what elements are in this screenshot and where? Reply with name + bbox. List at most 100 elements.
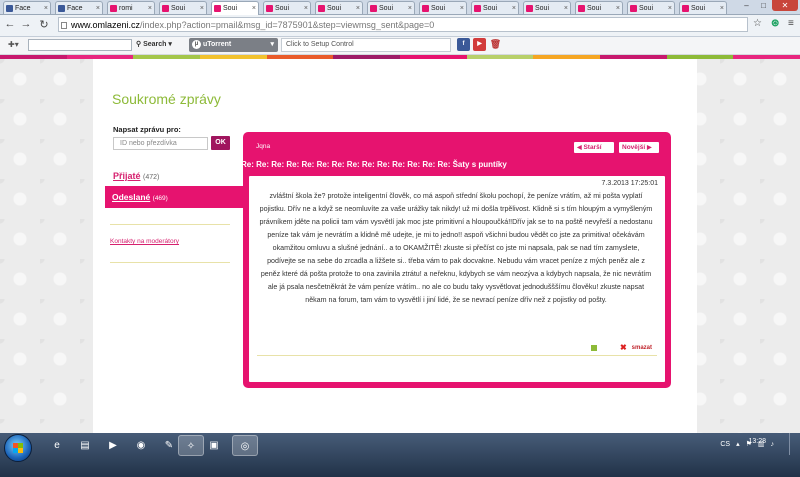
- browser-tab-label: romi: [119, 5, 133, 12]
- divider: [257, 355, 657, 356]
- close-tab-icon[interactable]: ×: [564, 2, 568, 14]
- delete-link[interactable]: smazat: [632, 345, 652, 351]
- browser-tab[interactable]: Face ×: [3, 1, 51, 14]
- browser-tab-label: Soui: [327, 5, 342, 12]
- forward-button[interactable]: →: [19, 18, 33, 30]
- close-tab-icon[interactable]: ×: [304, 2, 308, 14]
- browser-tab-label: Soui: [223, 5, 238, 12]
- close-window-button[interactable]: ✕: [772, 0, 798, 11]
- volume-icon[interactable]: ♪: [771, 441, 775, 448]
- start-button[interactable]: [4, 434, 32, 462]
- minimize-button[interactable]: –: [738, 0, 755, 11]
- reload-button[interactable]: ↻: [37, 18, 51, 31]
- browser-tab[interactable]: Soui ×: [419, 1, 467, 14]
- utorrent-button[interactable]: µ uTorrent ▾: [189, 38, 278, 52]
- maximize-button[interactable]: □: [755, 0, 772, 11]
- firefox-icon[interactable]: ◉: [128, 435, 154, 456]
- browser-tab[interactable]: Soui ×: [679, 1, 727, 14]
- browser-tab[interactable]: Soui ×: [211, 1, 259, 15]
- older-label: Starší: [583, 144, 602, 151]
- browser-tab[interactable]: Face ×: [55, 1, 103, 14]
- divider: [110, 262, 230, 263]
- extension-icon[interactable]: ⊛: [771, 18, 779, 29]
- bookmark-star-icon[interactable]: ☆: [753, 18, 762, 29]
- message-subject: Re: Re: Re: Re: Re: Re: Re: Re: Re: Re: …: [241, 160, 507, 169]
- toolbar-icons: f ▶ 🗑: [457, 38, 502, 51]
- clock[interactable]: 13:28: [748, 438, 766, 445]
- trash-icon[interactable]: 🗑: [489, 38, 502, 51]
- close-tab-icon[interactable]: ×: [460, 2, 464, 14]
- wrench-menu-icon[interactable]: ≡: [788, 18, 794, 29]
- close-tab-icon[interactable]: ×: [252, 2, 256, 15]
- recipient-input[interactable]: ID nebo přezdívka: [113, 137, 208, 150]
- page-title: Soukromé zprávy: [112, 91, 221, 107]
- browser-tab[interactable]: Soui ×: [523, 1, 571, 14]
- facebook-icon[interactable]: f: [457, 38, 470, 51]
- browser-tab[interactable]: romi ×: [107, 1, 155, 14]
- add-contact-icon[interactable]: [590, 344, 597, 351]
- browser-tab[interactable]: Soui ×: [575, 1, 623, 14]
- toolbar-menu-arrow-icon[interactable]: ✚▾: [8, 40, 19, 49]
- message-content: 7.3.2013 17:25:01 zvláštní škola že? pro…: [249, 176, 665, 382]
- close-tab-icon[interactable]: ×: [720, 2, 724, 14]
- folder-icon[interactable]: ▤: [72, 435, 98, 456]
- address-bar[interactable]: www.omlazeni.cz/index.php?action=pmail&m…: [58, 17, 748, 32]
- omlazeni-favicon: [214, 5, 221, 12]
- delete-icon[interactable]: ✖: [620, 343, 627, 352]
- browser-tab[interactable]: Soui ×: [315, 1, 363, 14]
- tray-expand-icon[interactable]: ▴: [736, 440, 740, 448]
- omlazeni-favicon: [318, 5, 325, 12]
- media-player-icon[interactable]: ▶: [100, 435, 126, 456]
- chevron-down-icon: ▾: [270, 41, 274, 48]
- browser-tab-label: Soui: [535, 5, 550, 12]
- facebook-icon: [58, 5, 65, 12]
- older-message-button[interactable]: ◀ Starší: [574, 142, 614, 153]
- close-tab-icon[interactable]: ×: [356, 2, 360, 14]
- close-tab-icon[interactable]: ×: [148, 2, 152, 14]
- browser-tab[interactable]: Soui ×: [263, 1, 311, 14]
- url-path: /index.php?action=pmail&msg_id=7875901&s…: [140, 20, 435, 30]
- facebook-icon: [6, 5, 13, 12]
- toolbar-search-button[interactable]: ⚲ Search ▾: [136, 40, 172, 48]
- toolbar-search-label: Search: [143, 41, 167, 48]
- folder-inbox[interactable]: Přijaté (472): [113, 171, 159, 181]
- message-sender[interactable]: Jqna: [256, 143, 270, 150]
- compose-label: Napsat zprávu pro:: [113, 125, 181, 134]
- page-content: Soukromé zprávy Napsat zprávu pro: ID ne…: [93, 59, 697, 433]
- folder-sent[interactable]: Odeslané (469): [105, 186, 245, 208]
- internet-explorer-icon[interactable]: e: [44, 435, 70, 456]
- page-icon: [61, 22, 67, 29]
- back-button[interactable]: ←: [3, 18, 17, 30]
- browser-tab[interactable]: Soui ×: [627, 1, 675, 14]
- chrome-icon[interactable]: ◎: [232, 435, 258, 456]
- moderators-contact-link[interactable]: Kontakty na moderátory: [110, 238, 179, 245]
- browser-tab-label: Soui: [483, 5, 498, 12]
- toolbar-search-input[interactable]: [28, 39, 132, 51]
- close-tab-icon[interactable]: ×: [512, 2, 516, 14]
- close-tab-icon[interactable]: ×: [616, 2, 620, 14]
- folder-inbox-count: (472): [143, 174, 160, 181]
- newer-message-button[interactable]: Novější ▶: [619, 142, 659, 153]
- setup-control-field[interactable]: Click to Setup Control: [281, 38, 451, 52]
- message-actions: ✖ smazat: [590, 343, 652, 352]
- navigation-bar: ← → ↻ www.omlazeni.cz/index.php?action=p…: [0, 15, 800, 37]
- close-tab-icon[interactable]: ×: [668, 2, 672, 14]
- close-tab-icon[interactable]: ×: [96, 2, 100, 14]
- browser-tab[interactable]: Soui ×: [471, 1, 519, 14]
- close-tab-icon[interactable]: ×: [408, 2, 412, 14]
- taskbar: e ▤ ▶ ◉ ✎ ✧ ▣ ◎ CS ▴ ⚑ ▥ ♪ 13:28: [0, 433, 800, 477]
- ok-button[interactable]: OK: [211, 136, 230, 150]
- browser-tab[interactable]: Soui ×: [367, 1, 415, 14]
- windows-logo-icon: [13, 443, 23, 453]
- browser-tab[interactable]: Soui ×: [159, 1, 207, 14]
- app-icon[interactable]: ▣: [201, 435, 227, 456]
- close-tab-icon[interactable]: ×: [44, 2, 48, 14]
- omlazeni-favicon: [266, 5, 273, 12]
- close-tab-icon[interactable]: ×: [200, 2, 204, 14]
- utorrent-logo-icon: µ: [192, 40, 201, 49]
- show-desktop-button[interactable]: [789, 433, 800, 455]
- folder-sent-label: Odeslané: [112, 192, 151, 202]
- language-indicator[interactable]: CS: [720, 441, 730, 448]
- browser-tab-label: Soui: [639, 5, 654, 12]
- youtube-icon[interactable]: ▶: [473, 38, 486, 51]
